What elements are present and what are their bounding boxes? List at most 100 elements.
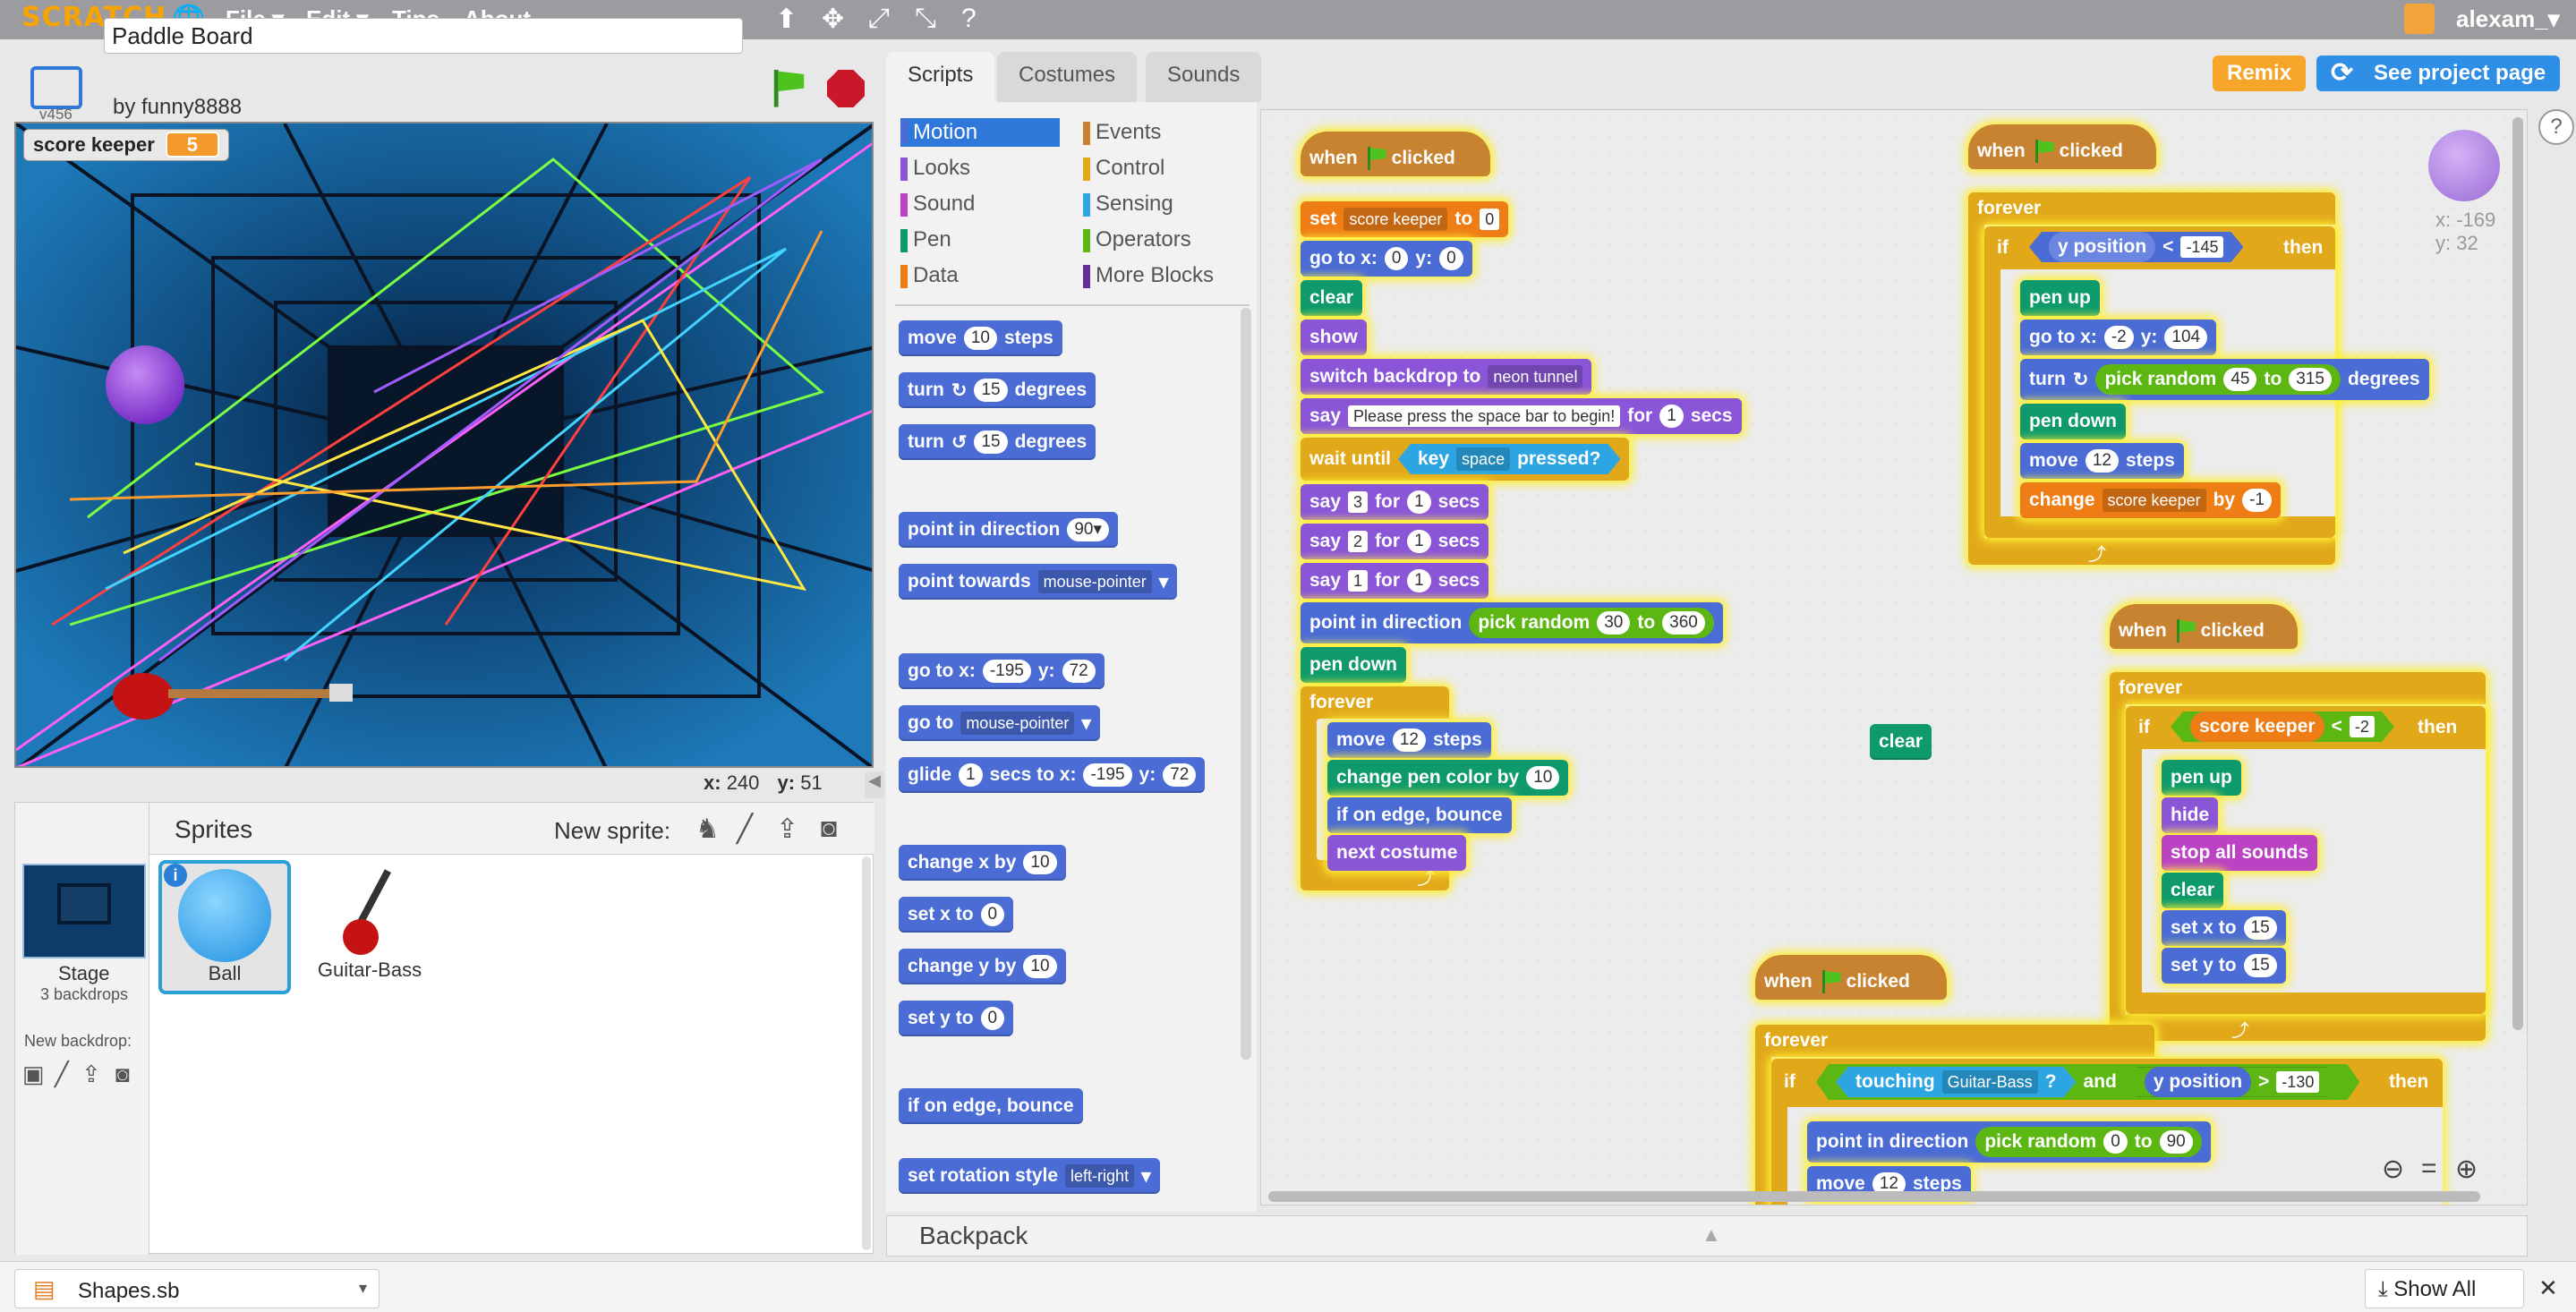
category-pen[interactable]: Pen	[900, 227, 951, 252]
camera-backdrop-icon[interactable]: ◙	[115, 1061, 130, 1088]
duplicate-tool-icon[interactable]: ⬆	[775, 4, 798, 35]
category-sensing[interactable]: Sensing	[1083, 192, 1173, 217]
category-more-blocks[interactable]: More Blocks	[1083, 263, 1214, 288]
block-set-x[interactable]: set x to 15	[2162, 910, 2286, 946]
block-stop-all-sounds[interactable]: stop all sounds	[2162, 835, 2318, 871]
my-stuff-icon[interactable]	[2404, 4, 2435, 34]
block-say-3[interactable]: say 3 for 1 secs	[1301, 484, 1489, 520]
block-pen-up[interactable]: pen up	[2020, 280, 2100, 316]
project-title-input[interactable]: Paddle Board	[104, 18, 743, 54]
backpack-bar[interactable]: Backpack ▲	[886, 1215, 2528, 1257]
tab-costumes[interactable]: Costumes	[997, 52, 1138, 102]
block-change-pen-color[interactable]: change pen color by 10	[1327, 760, 1569, 796]
block-set-variable[interactable]: set score keeper to 0	[1301, 201, 1509, 237]
block-say-1[interactable]: say 1 for 1 secs	[1301, 563, 1489, 599]
block-glide[interactable]: glide 1 secs to x: -195 y: 72	[899, 757, 1206, 793]
stage[interactable]: score keeper 5	[14, 122, 874, 768]
score-keeper-monitor[interactable]: score keeper 5	[23, 129, 230, 161]
scripts-hscrollbar[interactable]	[1268, 1191, 2480, 1202]
download-item[interactable]: ▤ Shapes.sb ▾	[14, 1269, 380, 1308]
when-flag-clicked-hat[interactable]: when clicked	[1301, 132, 1490, 176]
block-goto[interactable]: go to mouse-pointer ▾	[899, 705, 1100, 741]
zoom-reset-icon[interactable]: =	[2421, 1154, 2437, 1184]
category-motion[interactable]: Motion	[900, 118, 1060, 147]
draw-backdrop-icon[interactable]: ╱	[55, 1061, 69, 1088]
block-hide[interactable]: hide	[2162, 797, 2219, 833]
zoom-in-icon[interactable]: ⊕	[2455, 1154, 2478, 1185]
show-all-button[interactable]: ⤓ Show All	[2365, 1269, 2524, 1308]
category-looks[interactable]: Looks	[900, 156, 970, 181]
info-icon[interactable]: i	[164, 864, 187, 887]
zoom-out-icon[interactable]: ⊖	[2382, 1154, 2404, 1185]
block-set-x[interactable]: set x to 0	[899, 897, 1014, 933]
stage-thumbnail[interactable]	[22, 864, 146, 958]
block-set-y[interactable]: set y to 0	[899, 1001, 1014, 1036]
help-tool-icon[interactable]: ?	[961, 4, 977, 34]
upload-sprite-icon[interactable]: ⇪	[776, 814, 798, 845]
shrink-tool-icon[interactable]: ⤡	[915, 4, 936, 34]
stop-icon[interactable]	[827, 70, 865, 107]
block-turn-right[interactable]: turn ↻ 15 degrees	[899, 372, 1096, 408]
category-events[interactable]: Events	[1083, 120, 1161, 145]
paint-backdrop-icon[interactable]: ▣	[22, 1061, 45, 1088]
block-switch-backdrop[interactable]: switch backdrop to neon tunnel	[1301, 359, 1592, 395]
block-point-direction-random[interactable]: point in direction pick random 30 to 360	[1301, 602, 1723, 643]
sprite-guitar-bass[interactable]: Guitar-Bass	[303, 860, 436, 994]
paint-sprite-icon[interactable]: ╱	[737, 814, 753, 845]
block-clear[interactable]: clear	[2162, 873, 2224, 908]
block-set-y[interactable]: set y to 15	[2162, 948, 2286, 984]
block-say-for-secs[interactable]: say Please press the space bar to begin! f…	[1301, 398, 1742, 434]
block-pen-down[interactable]: pen down	[1301, 647, 1406, 683]
scripts-area[interactable]: when clicked set score keeper to 0 go to x: 0…	[1260, 109, 2528, 1206]
when-flag-clicked-hat[interactable]: when clicked	[1968, 124, 2156, 169]
category-sound[interactable]: Sound	[900, 192, 975, 217]
green-flag-icon[interactable]	[770, 70, 789, 107]
palette-scrollbar[interactable]	[1241, 308, 1251, 1060]
block-turn-random[interactable]: turn ↻ pick random 45 to 315 degrees	[2020, 359, 2429, 400]
collapse-stage-icon[interactable]: ◀	[865, 771, 884, 798]
tab-scripts[interactable]: Scripts	[886, 52, 995, 102]
block-point-direction-random[interactable]: point in direction pick random 0 to 90	[1807, 1121, 2211, 1163]
remix-button[interactable]: Remix	[2213, 55, 2307, 91]
upload-backdrop-icon[interactable]: ⇪	[81, 1061, 101, 1088]
library-sprite-icon[interactable]: ♞	[695, 814, 720, 845]
block-edge-bounce[interactable]: if on edge, bounce	[899, 1088, 1083, 1124]
block-move-steps[interactable]: move 10 steps	[899, 320, 1062, 356]
when-flag-clicked-hat[interactable]: when clicked	[2110, 604, 2298, 649]
cut-tool-icon[interactable]: ✥	[822, 4, 844, 35]
block-clear-loose[interactable]: clear	[1870, 724, 1932, 760]
block-change-y[interactable]: change y by 10	[899, 949, 1066, 984]
block-edge-bounce[interactable]: if on edge, bounce	[1327, 797, 1512, 833]
block-goto-xy[interactable]: go to x: 0 y: 0	[1301, 241, 1472, 277]
block-say-2[interactable]: say 2 for 1 secs	[1301, 524, 1489, 559]
block-move-steps[interactable]: move 12 steps	[1327, 722, 1491, 758]
block-wait-until[interactable]: wait until key space pressed?	[1301, 438, 1630, 481]
scripts-vscrollbar[interactable]	[2512, 117, 2523, 1030]
block-next-costume[interactable]: next costume	[1327, 835, 1467, 871]
download-options-icon[interactable]: ▾	[359, 1279, 367, 1298]
block-move-steps[interactable]: move 12 steps	[2020, 443, 2184, 479]
block-show[interactable]: show	[1301, 319, 1367, 355]
close-icon[interactable]: ✕	[2538, 1274, 2558, 1302]
sprite-ball[interactable]: Ball i	[158, 860, 291, 994]
block-point-direction[interactable]: point in direction 90▾	[899, 512, 1118, 548]
expand-arrow-icon[interactable]: ▲	[1702, 1223, 1721, 1247]
fullscreen-icon[interactable]	[30, 66, 82, 109]
user-menu[interactable]: alexam_▾	[2456, 5, 2560, 33]
block-goto-xy[interactable]: go to x: -195 y: 72	[899, 653, 1105, 689]
block-turn-left[interactable]: turn ↺ 15 degrees	[899, 424, 1096, 460]
block-change-x[interactable]: change x by 10	[899, 845, 1066, 881]
block-change-variable[interactable]: change score keeper by -1	[2020, 482, 2282, 518]
category-data[interactable]: Data	[900, 263, 959, 288]
when-flag-clicked-hat[interactable]: when clicked	[1755, 955, 1947, 1000]
sprites-scrollbar[interactable]	[862, 856, 871, 1250]
block-pen-down[interactable]: pen down	[2020, 404, 2126, 439]
tab-sounds[interactable]: Sounds	[1146, 52, 1262, 102]
grow-tool-icon[interactable]: ⤢	[868, 4, 890, 34]
see-project-page-button[interactable]: ⟳ See project page	[2316, 55, 2561, 91]
category-control[interactable]: Control	[1083, 156, 1164, 181]
category-operators[interactable]: Operators	[1083, 227, 1191, 252]
block-rotation-style[interactable]: set rotation style left-right ▾	[899, 1158, 1160, 1194]
help-icon[interactable]: ?	[2538, 109, 2574, 145]
camera-sprite-icon[interactable]: ◙	[821, 814, 837, 844]
